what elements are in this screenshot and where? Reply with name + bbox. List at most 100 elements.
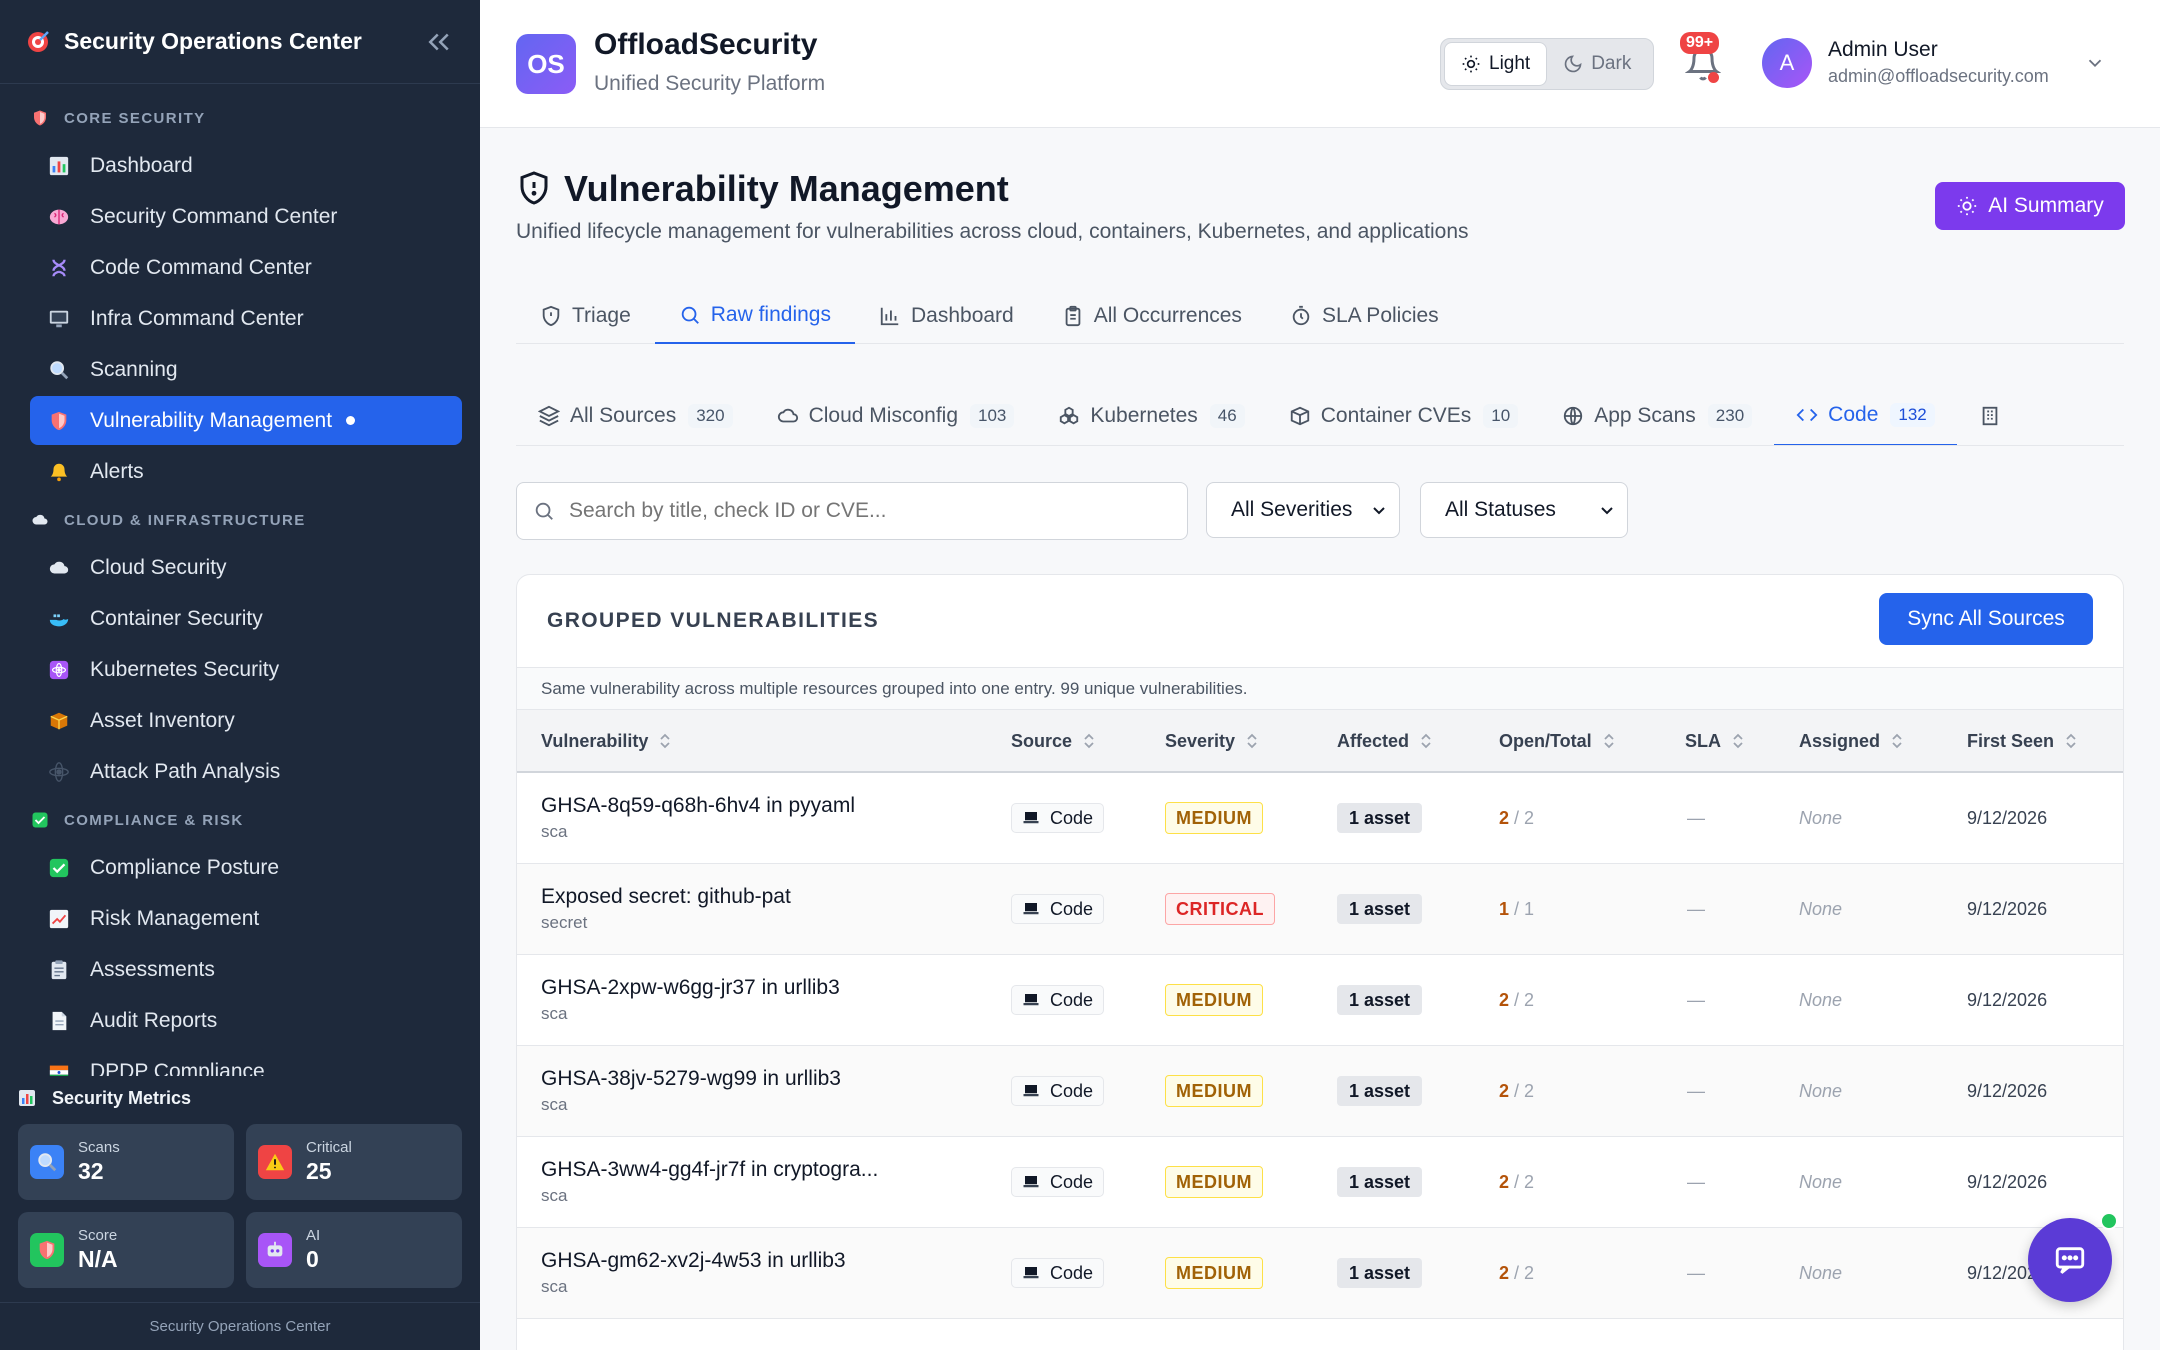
sidebar-item-security-command-center[interactable]: Security Command Center (30, 192, 462, 241)
layers-icon (538, 405, 570, 427)
open-count: 2 (1499, 989, 1510, 1010)
total-count: 2 (1524, 1262, 1535, 1283)
vulnerability-type: sca (541, 1277, 568, 1296)
collapse-sidebar-icon[interactable] (424, 27, 454, 57)
vulnerability-title[interactable]: GHSA-gm62-xv2j-4w53 in urllib3 (541, 1249, 846, 1273)
affected-badge[interactable]: 1 asset (1337, 1167, 1423, 1197)
sla-value: — (1687, 1171, 1705, 1192)
sidebar-item-vulnerability-management[interactable]: Vulnerability Management (30, 396, 462, 445)
bell-icon (48, 461, 70, 483)
vulnerability-type: secret (541, 913, 588, 932)
tab-triage[interactable]: Triage (516, 288, 655, 344)
open-total: 2 / 2 (1499, 1228, 1534, 1318)
theme-dark-button[interactable]: Dark (1547, 42, 1647, 86)
sort-icon (1721, 732, 1745, 750)
tab-all-occurrences[interactable]: All Occurrences (1038, 288, 1266, 344)
user-name[interactable]: Admin User (1828, 38, 1938, 62)
sidebar-item-dashboard[interactable]: Dashboard (30, 141, 462, 190)
open-total: 2 / 2 (1499, 1137, 1534, 1227)
open-count: 2 (1499, 1262, 1510, 1283)
ai-summary-button[interactable]: AI Summary (1935, 182, 2125, 230)
tab-sla-policies[interactable]: SLA Policies (1266, 288, 1463, 344)
sidebar-item-asset-inventory[interactable]: Asset Inventory (30, 696, 462, 745)
source-chip: Code (1011, 1258, 1105, 1288)
page-description: Unified lifecycle management for vulnera… (516, 220, 1469, 243)
source-tab-cloud-misconfig[interactable]: Cloud Misconfig 103 (755, 386, 1037, 445)
vulnerability-title[interactable]: GHSA-3ww4-gg4f-jr7f in cryptogra... (541, 1158, 878, 1182)
user-avatar[interactable]: A (1762, 38, 1812, 88)
vulnerability-title[interactable]: GHSA-8q59-q68h-6hv4 in pyyaml (541, 794, 855, 818)
status-select[interactable]: All Statuses (1420, 482, 1628, 538)
table-row[interactable]: GHSA-2xpw-w6gg-jr37 in urllib3 sca Code MED… (517, 955, 2123, 1046)
affected-badge[interactable]: 1 asset (1337, 803, 1423, 833)
sidebar-item-container-security[interactable]: Container Security (30, 594, 462, 643)
sidebar-item-attack-path-analysis[interactable]: Attack Path Analysis (30, 747, 462, 796)
sidebar-item-dpdp-compliance[interactable]: DPDP Compliance (30, 1047, 462, 1076)
source-tab-all-sources[interactable]: All Sources 320 (516, 386, 755, 445)
column-header-sla[interactable]: SLA (1685, 710, 1745, 772)
theme-light-button[interactable]: Light (1444, 42, 1548, 86)
section-title-core-security: CORE SECURITY (30, 96, 462, 140)
sidebar-item-label: Alerts (90, 459, 144, 483)
sidebar-item-compliance-posture[interactable]: Compliance Posture (30, 843, 462, 892)
table-row[interactable]: Exposed secret: github-pat secret Code CRIT… (517, 864, 2123, 955)
metric-label: AI (306, 1227, 321, 1244)
source-tab-container-cves[interactable]: Container CVEs 10 (1267, 386, 1541, 445)
panel-title: GROUPED VULNERABILITIES (547, 609, 880, 632)
tab-raw-findings[interactable]: Raw findings (654, 288, 855, 344)
column-header-first-seen[interactable]: First Seen (1967, 710, 2078, 772)
package-icon (48, 710, 70, 732)
table-row[interactable]: GHSA-gm62-xv2j-4w53 in urllib3 sca Code MED… (517, 1228, 2123, 1319)
sidebar-item-risk-management[interactable]: Risk Management (30, 894, 462, 943)
dna-icon (48, 257, 70, 279)
chevron-down-icon[interactable] (2084, 52, 2106, 74)
search-icon (535, 502, 553, 520)
section-title-compliance-risk: COMPLIANCE & RISK (30, 798, 462, 842)
sidebar-item-cloud-security[interactable]: Cloud Security (30, 543, 462, 592)
open-count: 1 (1499, 898, 1510, 919)
source-tab-app-scans[interactable]: App Scans 230 (1540, 386, 1774, 445)
search-input[interactable] (569, 499, 1169, 523)
tab-dashboard[interactable]: Dashboard (855, 288, 1038, 344)
source-tab-more[interactable] (1957, 386, 2033, 445)
sidebar-item-alerts[interactable]: Alerts (30, 447, 462, 496)
sidebar-item-assessments[interactable]: Assessments (30, 945, 462, 994)
first-seen-date: 9/12/2026 (1967, 898, 2048, 919)
column-header-source[interactable]: Source (1011, 710, 1096, 772)
monitor-icon (48, 308, 70, 330)
column-header-affected[interactable]: Affected (1337, 710, 1433, 772)
brand-logo[interactable]: OS (516, 34, 576, 94)
assigned-value: None (1799, 1171, 1843, 1192)
search-box[interactable] (516, 482, 1188, 540)
count-badge: 132 (1890, 403, 1935, 427)
source-tab-code[interactable]: Code 132 (1774, 386, 1957, 445)
sync-all-sources-button[interactable]: Sync All Sources (1879, 593, 2093, 645)
sidebar-item-kubernetes-security[interactable]: Kubernetes Security (30, 645, 462, 694)
column-header-open-total[interactable]: Open/Total (1499, 710, 1616, 772)
affected-badge[interactable]: 1 asset (1337, 1258, 1423, 1288)
affected-badge[interactable]: 1 asset (1337, 894, 1423, 924)
vulnerability-title[interactable]: Exposed secret: github-pat (541, 885, 791, 909)
sidebar-header: Security Operations Center (0, 0, 480, 84)
table-row[interactable]: GHSA-8q59-q68h-6hv4 in pyyaml sca Code MEDI… (517, 773, 2123, 864)
affected-badge[interactable]: 1 asset (1337, 1076, 1423, 1106)
open-total-separator: / (1509, 1262, 1525, 1283)
sidebar-item-scanning[interactable]: Scanning (30, 345, 462, 394)
vulnerability-type: sca (541, 1186, 568, 1205)
sidebar-item-infra-command-center[interactable]: Infra Command Center (30, 294, 462, 343)
vulnerability-title[interactable]: GHSA-38jv-5279-wg99 in urllib3 (541, 1067, 841, 1091)
column-header-vulnerability[interactable]: Vulnerability (541, 710, 672, 772)
severity-badge: MEDIUM (1165, 1257, 1263, 1289)
column-header-assigned[interactable]: Assigned (1799, 710, 1904, 772)
table-row[interactable]: GHSA-3ww4-gg4f-jr7f in cryptogra... sca Co… (517, 1137, 2123, 1228)
whale-icon (48, 608, 70, 630)
chat-button[interactable] (2028, 1218, 2112, 1302)
vulnerability-title[interactable]: GHSA-2xpw-w6gg-jr37 in urllib3 (541, 976, 840, 1000)
table-row[interactable]: GHSA-38jv-5279-wg99 in urllib3 sca Code MED… (517, 1046, 2123, 1137)
column-header-severity[interactable]: Severity (1165, 710, 1259, 772)
affected-badge[interactable]: 1 asset (1337, 985, 1423, 1015)
sidebar-item-code-command-center[interactable]: Code Command Center (30, 243, 462, 292)
source-tab-kubernetes[interactable]: Kubernetes 46 (1036, 386, 1266, 445)
severity-select[interactable]: All Severities (1206, 482, 1400, 538)
sidebar-item-audit-reports[interactable]: Audit Reports (30, 996, 462, 1045)
